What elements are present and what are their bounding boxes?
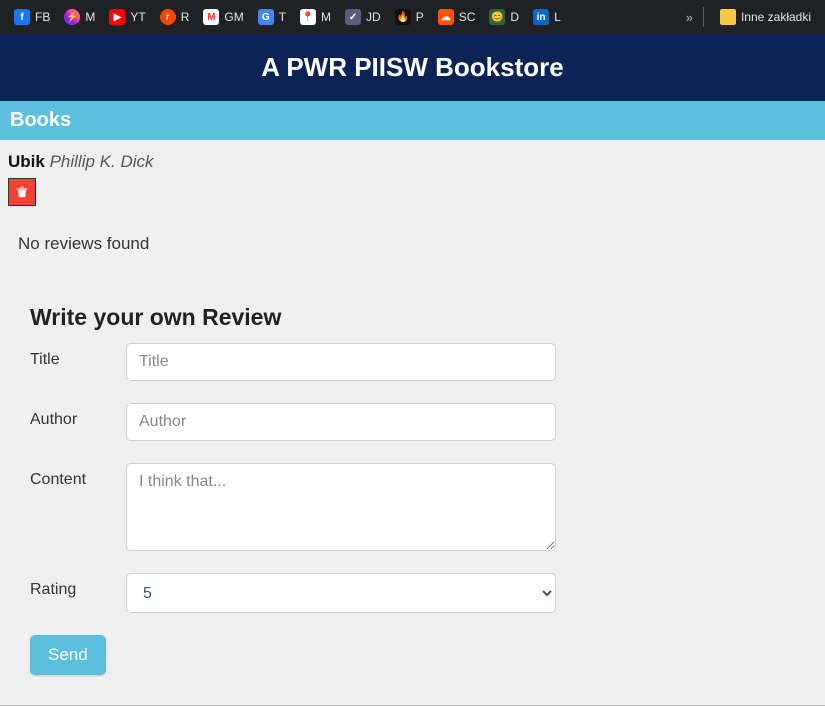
bookmark-label: D: [510, 10, 519, 24]
bookmark-label: T: [279, 10, 286, 24]
bookmark-label: FB: [35, 10, 50, 24]
book-heading: Ubik Phillip K. Dick: [8, 150, 817, 176]
bookmark-p[interactable]: 🔥P: [389, 5, 430, 29]
book-title: Ubik: [8, 152, 45, 171]
linkedin-icon: in: [533, 9, 549, 25]
book-author: Phillip K. Dick: [50, 152, 154, 171]
bookmark-jd[interactable]: ✓ JD: [339, 5, 387, 29]
bookmark-label: R: [181, 10, 190, 24]
rating-label: Rating: [30, 573, 126, 599]
bookmark-yt[interactable]: ▶ YT: [103, 5, 151, 29]
form-heading: Write your own Review: [30, 304, 795, 331]
divider: [703, 7, 704, 27]
bookmark-label: M: [321, 10, 331, 24]
bookmarks-left: fFB ⚡M ▶YT rR MGM GT 📍M ✓JD 🔥P ☁SC 😊D in…: [8, 5, 567, 29]
content-label: Content: [30, 463, 126, 489]
author-label: Author: [30, 403, 126, 429]
bookmark-label: SC: [459, 10, 476, 24]
bookmark-messenger[interactable]: ⚡M: [58, 5, 101, 29]
bookmark-folder-other[interactable]: Inne zakładki: [714, 5, 817, 29]
bookmarks-right: » Inne zakładki: [686, 5, 817, 29]
messenger-icon: ⚡: [64, 9, 80, 25]
soundcloud-icon: ☁: [438, 9, 454, 25]
bookmark-fb[interactable]: f FB: [8, 5, 56, 29]
form-row-rating: Rating 5: [30, 573, 795, 613]
facebook-icon: f: [14, 9, 30, 25]
bookmark-label: GM: [224, 10, 243, 24]
bookmark-maps[interactable]: 📍M: [294, 5, 337, 29]
bookmark-label: M: [85, 10, 95, 24]
trash-icon: [15, 185, 29, 199]
bookmark-gmail[interactable]: M GM: [197, 5, 249, 29]
youtube-icon: ▶: [109, 9, 125, 25]
form-row-content: Content: [30, 463, 795, 551]
subnav-label: Books: [10, 109, 71, 131]
rating-select[interactable]: 5: [126, 573, 556, 613]
bookmark-d[interactable]: 😊D: [483, 5, 525, 29]
translate-icon: G: [258, 9, 274, 25]
bookmark-label: P: [416, 10, 424, 24]
jd-icon: ✓: [345, 9, 361, 25]
bookmark-sc[interactable]: ☁ SC: [432, 5, 482, 29]
subnav-books[interactable]: Books: [0, 101, 825, 140]
author-input[interactable]: [126, 403, 556, 441]
bookmark-reddit[interactable]: rR: [154, 5, 196, 29]
form-row-author: Author: [30, 403, 795, 441]
title-input[interactable]: [126, 343, 556, 381]
app-header: A PWR PIISW Bookstore: [0, 34, 825, 101]
bookmark-linkedin[interactable]: in L: [527, 5, 567, 29]
no-reviews-text: No reviews found: [18, 234, 817, 254]
title-label: Title: [30, 343, 126, 369]
form-row-title: Title: [30, 343, 795, 381]
main-content: Ubik Phillip K. Dick No reviews found Wr…: [0, 140, 825, 706]
bookmark-label: JD: [366, 10, 381, 24]
reddit-icon: r: [160, 9, 176, 25]
bookmark-translate[interactable]: GT: [252, 5, 292, 29]
maps-icon: 📍: [300, 9, 316, 25]
app-title: A PWR PIISW Bookstore: [261, 52, 563, 82]
gmail-icon: M: [203, 9, 219, 25]
bookmark-bar: fFB ⚡M ▶YT rR MGM GT 📍M ✓JD 🔥P ☁SC 😊D in…: [0, 0, 825, 34]
bookmarks-overflow[interactable]: »: [686, 10, 693, 25]
delete-button[interactable]: [8, 178, 36, 206]
review-form: Write your own Review Title Author Conte…: [8, 264, 817, 685]
content-textarea[interactable]: [126, 463, 556, 551]
d-icon: 😊: [489, 9, 505, 25]
send-button[interactable]: Send: [30, 635, 106, 675]
bookmark-folder-label: Inne zakładki: [741, 10, 811, 24]
bookmark-label: YT: [130, 10, 145, 24]
folder-icon: [720, 9, 736, 25]
flame-icon: 🔥: [395, 9, 411, 25]
bookmark-label: L: [554, 10, 561, 24]
